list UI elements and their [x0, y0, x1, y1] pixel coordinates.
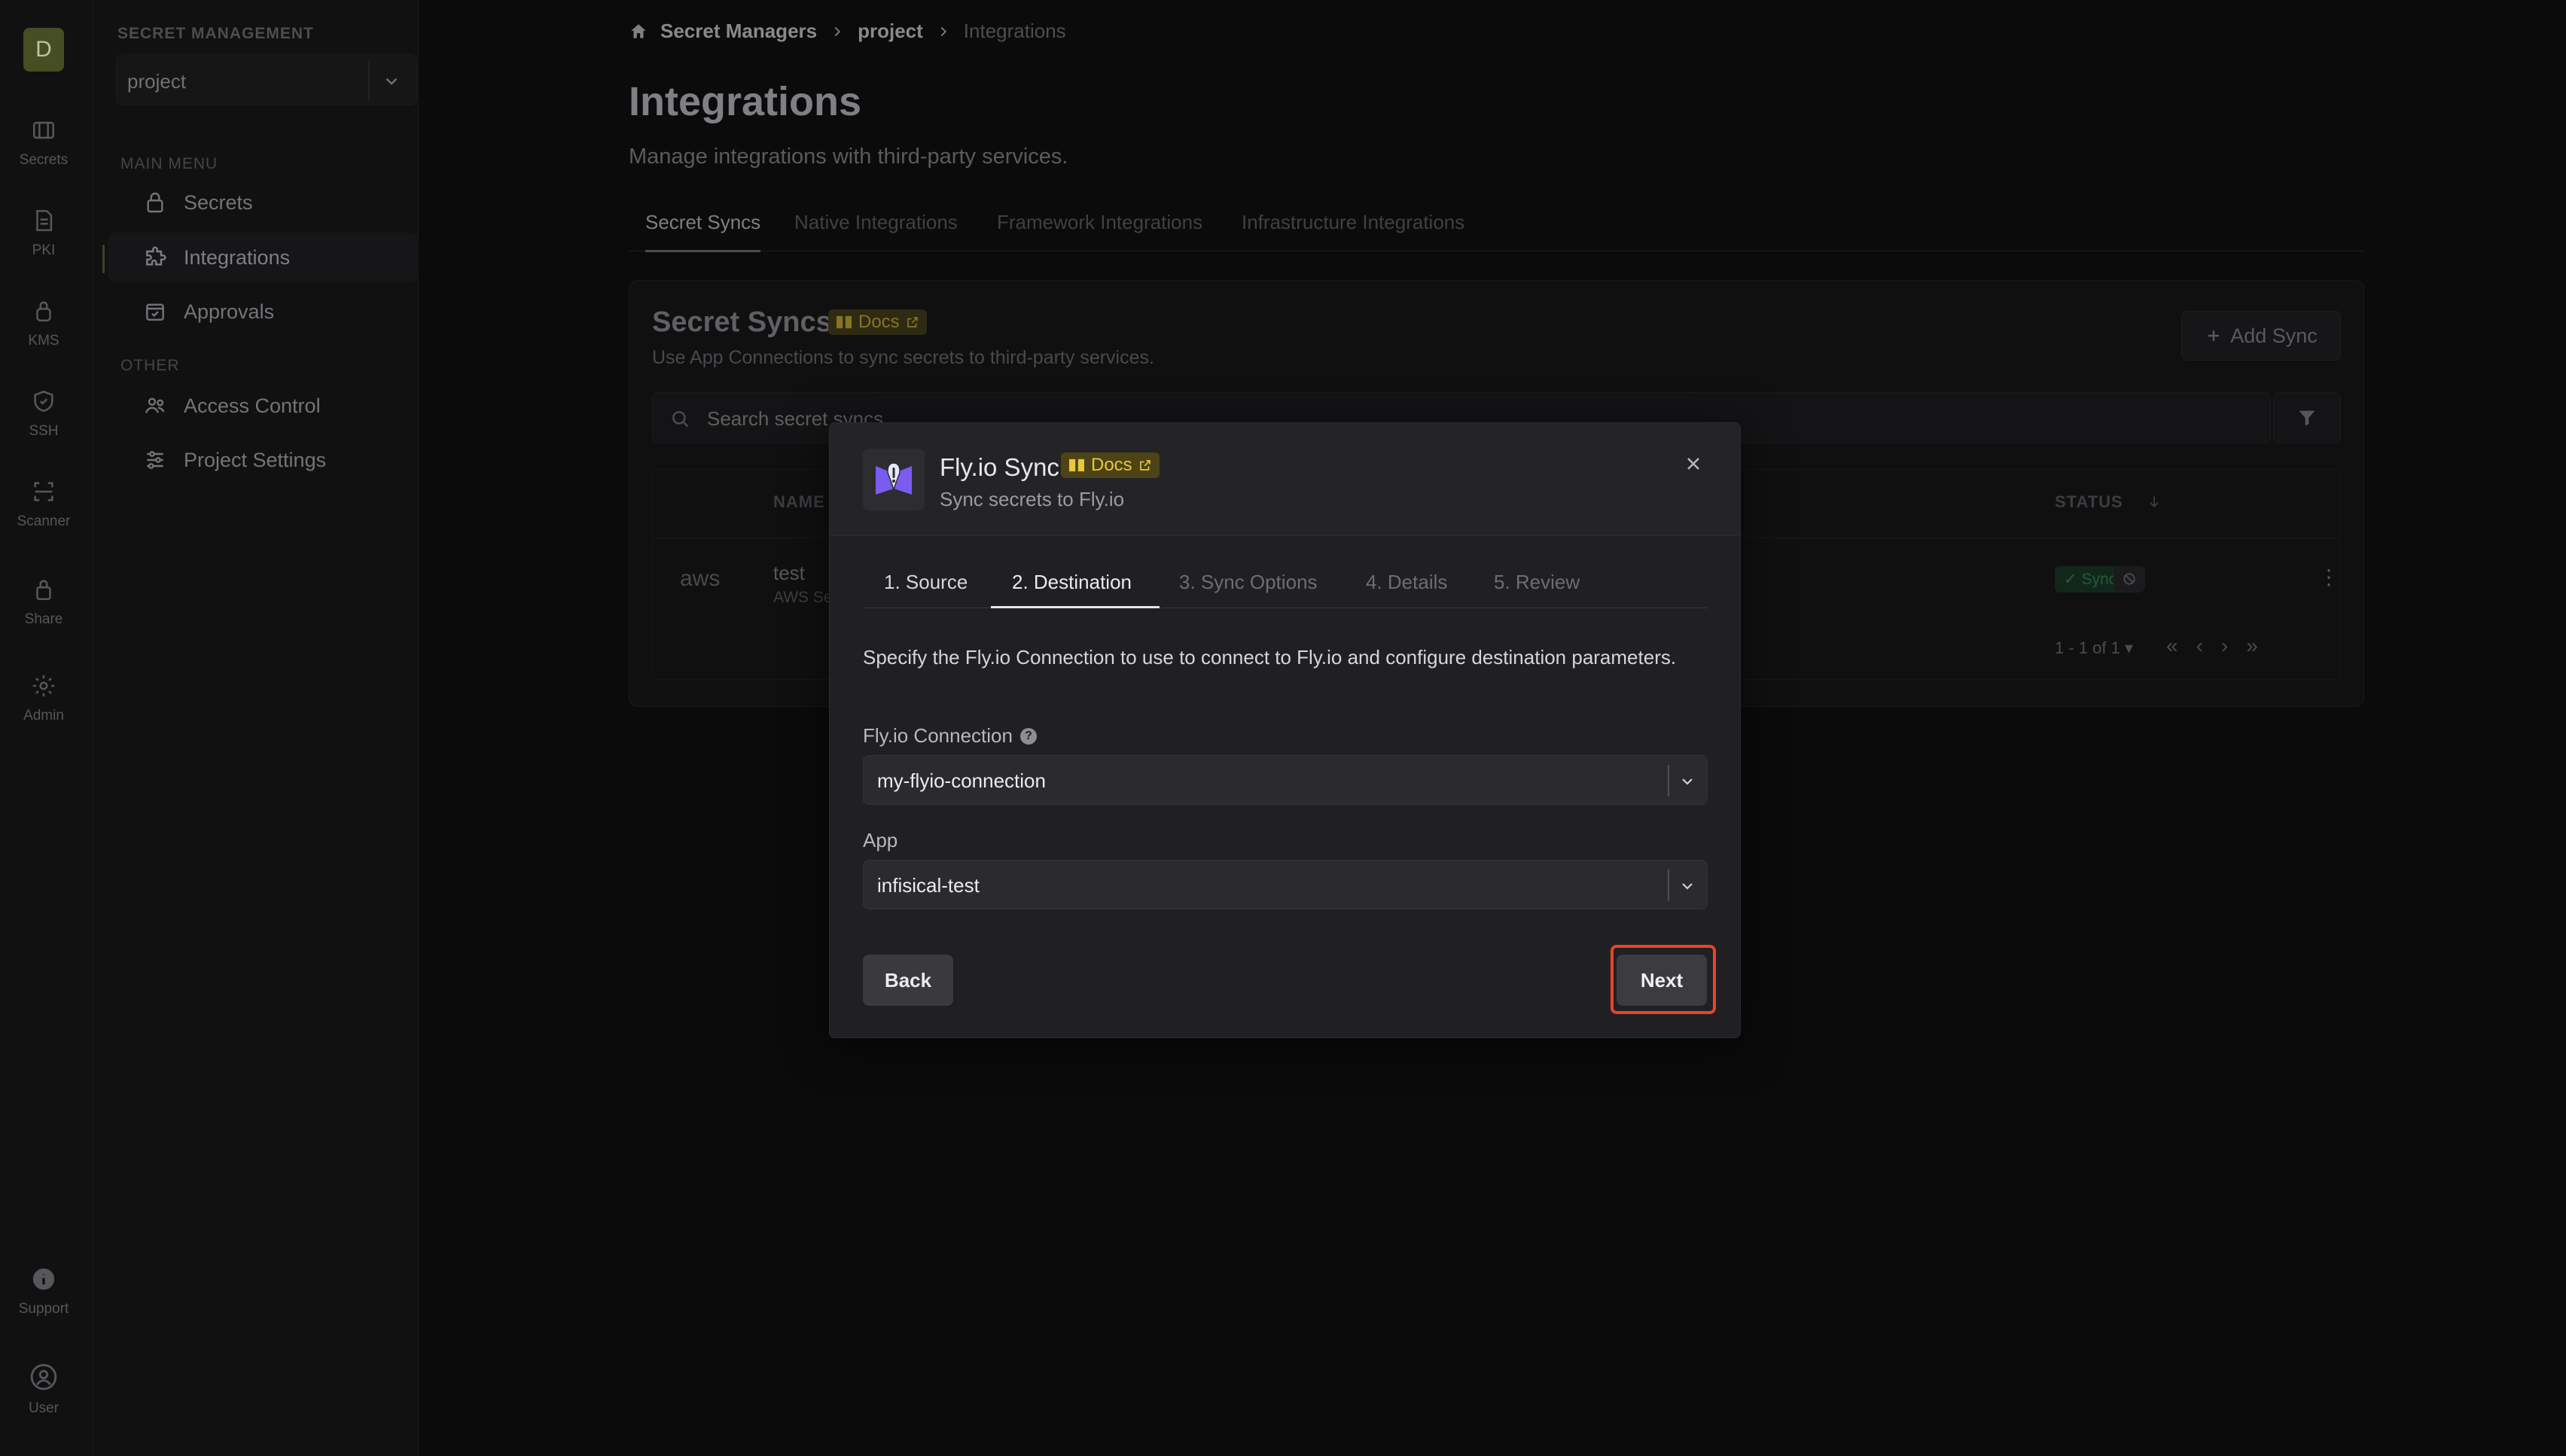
chevron-down-icon — [1678, 877, 1696, 899]
step-destination[interactable]: 2. Destination — [1012, 571, 1132, 594]
modal-docs-badge[interactable]: Docs — [1061, 452, 1160, 478]
select-divider — [1668, 765, 1669, 797]
modal-title: Fly.io Sync — [940, 453, 1059, 481]
help-icon[interactable]: ? — [1019, 727, 1037, 745]
app-value: infisical-test — [877, 874, 980, 897]
step-review[interactable]: 5. Review — [1494, 571, 1580, 594]
next-button-highlight — [1611, 945, 1716, 1014]
step-sync-options[interactable]: 3. Sync Options — [1179, 571, 1318, 594]
app-label: App — [863, 829, 898, 851]
external-link-icon — [1139, 460, 1150, 471]
active-step-underline — [991, 606, 1160, 608]
app-select[interactable]: infisical-test — [863, 860, 1708, 909]
select-divider — [1668, 870, 1669, 901]
step-details[interactable]: 4. Details — [1366, 571, 1447, 594]
modal-header: Fly.io Sync Docs Sync secrets to Fly.io — [830, 423, 1740, 536]
wizard-steps: 1. Source 2. Destination 3. Sync Options… — [863, 563, 1708, 608]
back-button[interactable]: Back — [863, 955, 953, 1006]
destination-description: Specify the Fly.io Connection to use to … — [863, 646, 1677, 669]
flyio-sync-modal: Fly.io Sync Docs Sync secrets to Fly.io … — [829, 422, 1741, 1038]
step-source[interactable]: 1. Source — [884, 571, 968, 594]
connection-value: my-flyio-connection — [877, 769, 1046, 792]
chevron-down-icon — [1678, 772, 1696, 794]
close-icon[interactable] — [1678, 449, 1708, 479]
modal-subtitle: Sync secrets to Fly.io — [940, 488, 1125, 510]
connection-select[interactable]: my-flyio-connection — [863, 755, 1708, 805]
connection-label: Fly.io Connection ? — [863, 724, 1037, 748]
flyio-logo — [863, 449, 925, 510]
book-icon — [1069, 458, 1084, 472]
